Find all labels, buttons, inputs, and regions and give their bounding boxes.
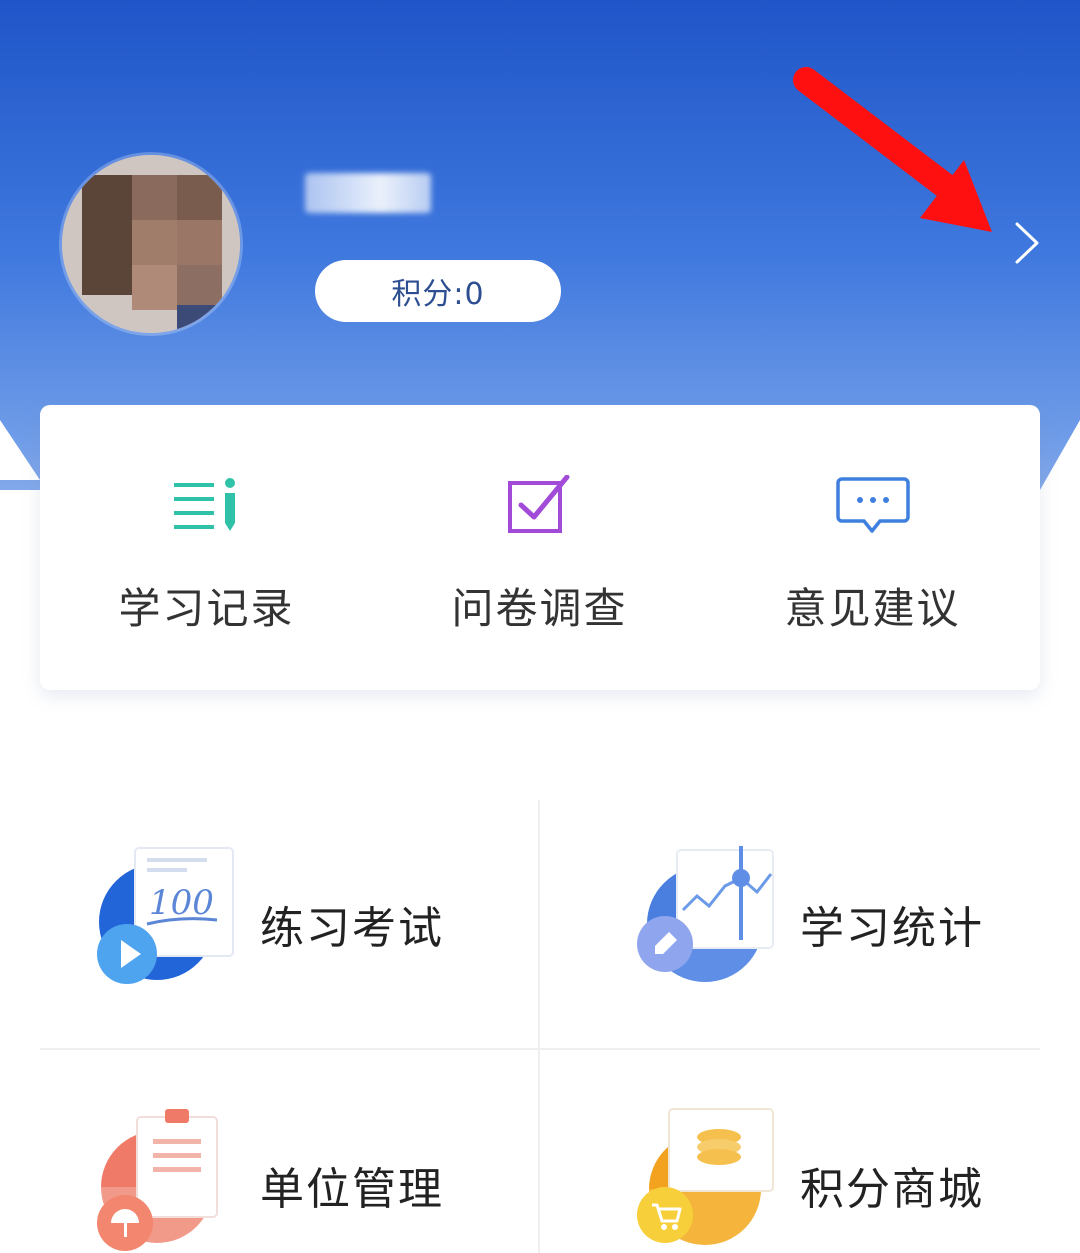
points-mall-button[interactable]: 积分商城 [635,1105,1080,1253]
points-label: 积分:0 [391,277,485,312]
points-mall-label: 积分商城 [800,1164,984,1215]
study-record-label: 学习记录 [118,584,295,633]
study-statistics-icon [637,846,774,982]
svg-text:100: 100 [149,883,214,923]
username-redacted [305,173,431,213]
header-corner-right [1040,420,1080,490]
header-corner-left [0,420,40,480]
study-record-icon [167,473,247,537]
unit-management-label: 单位管理 [260,1164,444,1215]
study-record-button[interactable]: 学习记录 [40,405,373,690]
points-mall-icon [637,1108,774,1245]
survey-checkbox-icon [500,473,580,537]
feedback-button[interactable]: 意见建议 [706,405,1039,690]
annotation-arrow-icon [793,67,992,232]
profile-page: 积分:0 学习记录 问卷调查 意见建议 100 练习考试 学习统计 单位管理 积… [0,0,1080,1253]
practice-exam-icon: 100 [97,847,234,984]
avatar[interactable] [62,155,240,333]
practice-exam-label: 练习考试 [260,903,444,954]
points-badge: 积分:0 [315,260,561,322]
survey-label: 问卷调查 [451,584,628,633]
grid-divider-horizontal [40,1048,1040,1050]
study-statistics-button[interactable]: 学习统计 [635,840,1080,1040]
feedback-label: 意见建议 [784,584,961,633]
feedback-chat-icon [833,473,913,537]
practice-exam-button[interactable]: 100 练习考试 [95,840,595,1040]
survey-button[interactable]: 问卷调查 [373,405,706,690]
quick-actions-card: 学习记录 问卷调查 意见建议 [40,405,1040,690]
unit-management-icon [97,1109,218,1251]
study-statistics-label: 学习统计 [800,903,984,954]
unit-management-button[interactable]: 单位管理 [95,1105,595,1253]
